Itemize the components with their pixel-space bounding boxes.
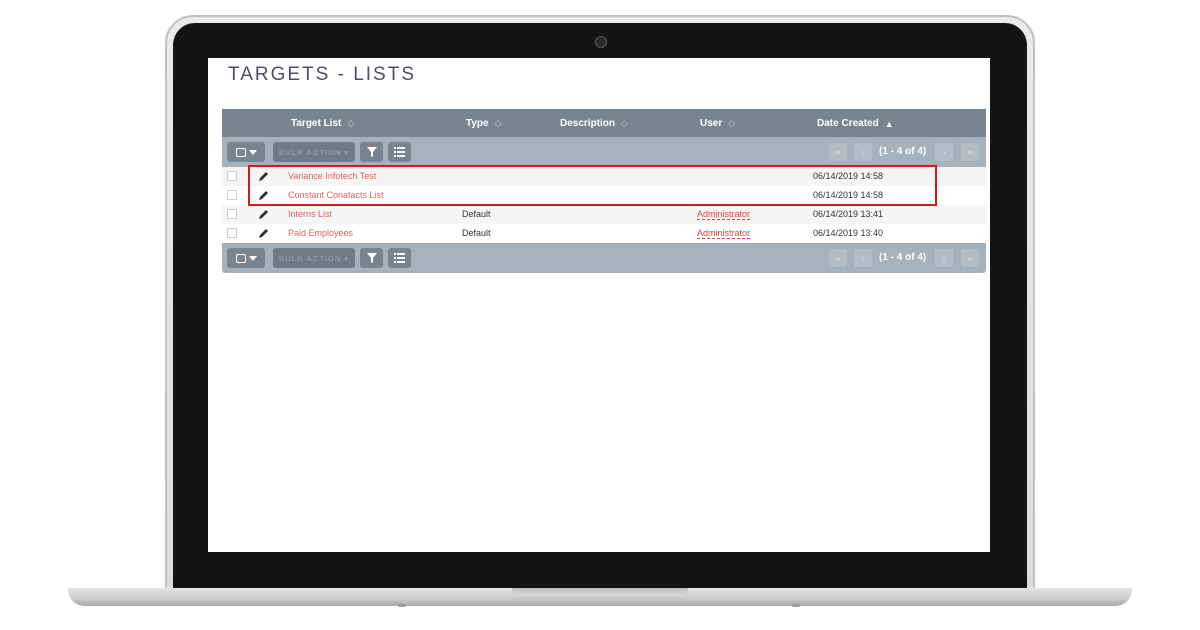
target-list-name-link[interactable]: Paid Employees — [288, 228, 353, 238]
column-chooser-button[interactable] — [388, 142, 411, 162]
type-cell: Default — [462, 209, 491, 219]
chevron-left-icon: ‹ — [861, 253, 865, 263]
column-label: Type — [466, 118, 489, 129]
filter-button[interactable] — [360, 248, 383, 268]
screen: TARGETS - LISTS Target List ◇ Type ◇ Des… — [208, 58, 990, 552]
sort-icon[interactable]: ◇ — [621, 118, 628, 129]
column-header-target-list[interactable]: Target List ◇ — [291, 118, 354, 129]
date-created-cell: 06/14/2019 13:41 — [813, 209, 884, 219]
chevron-down-icon — [248, 255, 257, 261]
row-checkbox[interactable] — [227, 228, 237, 238]
previous-page-button[interactable]: ‹ — [854, 249, 872, 267]
list-toolbar-bottom: BULK ACTION ▾ « ‹ (1 - 4 of 4) › » — [222, 243, 986, 273]
select-all-button[interactable] — [227, 142, 265, 162]
list-toolbar-top: BULK ACTION ▾ « ‹ (1 - 4 of 4) › » — [222, 137, 986, 167]
page-title: TARGETS - LISTS — [228, 64, 417, 85]
camera-icon — [595, 36, 607, 48]
pencil-icon[interactable] — [258, 227, 270, 239]
chevron-down-icon — [248, 149, 257, 155]
first-page-button[interactable]: « — [829, 249, 847, 267]
list-view-table: Target List ◇ Type ◇ Description ◇ User … — [222, 109, 986, 273]
type-cell: Default — [462, 228, 491, 238]
sort-icon[interactable]: ◇ — [347, 118, 354, 129]
table-row: Constant Conatacts List 06/14/2019 14:58 — [222, 186, 986, 205]
laptop-notch — [512, 588, 688, 596]
column-header-date-created[interactable]: Date Created ▲ — [817, 118, 894, 129]
column-header-description[interactable]: Description ◇ — [560, 118, 628, 129]
sort-ascending-icon[interactable]: ▲ — [885, 119, 894, 129]
last-page-icon: » — [967, 253, 973, 263]
list-icon — [394, 147, 405, 157]
date-created-cell: 06/14/2019 14:58 — [813, 190, 884, 200]
chevron-right-icon: › — [942, 253, 946, 263]
sort-icon[interactable]: ◇ — [728, 118, 735, 129]
date-created-cell: 06/14/2019 14:58 — [813, 171, 884, 181]
bulk-action-button[interactable]: BULK ACTION ▾ — [273, 248, 355, 268]
list-icon — [394, 253, 405, 263]
table-row: Interns List Default Administrator 06/14… — [222, 205, 986, 224]
pencil-icon[interactable] — [258, 189, 270, 201]
bulk-action-button[interactable]: BULK ACTION ▾ — [273, 142, 355, 162]
checkbox-icon — [235, 147, 246, 157]
table-row: Paid Employees Default Administrator 06/… — [222, 224, 986, 243]
checkbox-icon — [235, 253, 246, 263]
target-list-name-link[interactable]: Constant Conatacts List — [288, 190, 384, 200]
previous-page-button[interactable]: ‹ — [854, 143, 872, 161]
sort-icon[interactable]: ◇ — [495, 118, 502, 129]
user-link[interactable]: Administrator — [697, 228, 751, 239]
next-page-button[interactable]: › — [935, 143, 953, 161]
filter-icon — [366, 147, 377, 157]
chevron-right-icon: › — [942, 147, 946, 157]
last-page-icon: » — [967, 147, 973, 157]
column-chooser-button[interactable] — [388, 248, 411, 268]
pencil-icon[interactable] — [258, 170, 270, 182]
pagination-text: (1 - 4 of 4) — [879, 146, 927, 157]
last-page-button[interactable]: » — [961, 249, 979, 267]
laptop-foot — [398, 604, 406, 607]
table-header: Target List ◇ Type ◇ Description ◇ User … — [222, 109, 986, 137]
column-header-type[interactable]: Type ◇ — [466, 118, 502, 129]
next-page-button[interactable]: › — [935, 249, 953, 267]
first-page-icon: « — [835, 253, 841, 263]
row-checkbox[interactable] — [227, 171, 237, 181]
pagination-text: (1 - 4 of 4) — [879, 252, 927, 263]
first-page-icon: « — [835, 147, 841, 157]
target-list-name-link[interactable]: Interns List — [288, 209, 332, 219]
row-checkbox[interactable] — [227, 209, 237, 219]
column-label: Target List — [291, 118, 342, 129]
chevron-left-icon: ‹ — [861, 147, 865, 157]
filter-icon — [366, 253, 377, 263]
column-header-user[interactable]: User ◇ — [700, 118, 735, 129]
select-all-button[interactable] — [227, 248, 265, 268]
laptop-foot — [792, 604, 800, 607]
target-list-name-link[interactable]: Variance Infotech Test — [288, 171, 376, 181]
user-link[interactable]: Administrator — [697, 209, 751, 220]
column-label: User — [700, 118, 723, 129]
column-label: Date Created — [817, 118, 879, 129]
first-page-button[interactable]: « — [829, 143, 847, 161]
pencil-icon[interactable] — [258, 208, 270, 220]
column-label: Description — [560, 118, 616, 129]
filter-button[interactable] — [360, 142, 383, 162]
table-row: Variance Infotech Test 06/14/2019 14:58 — [222, 167, 986, 186]
row-checkbox[interactable] — [227, 190, 237, 200]
last-page-button[interactable]: » — [961, 143, 979, 161]
date-created-cell: 06/14/2019 13:40 — [813, 228, 884, 238]
